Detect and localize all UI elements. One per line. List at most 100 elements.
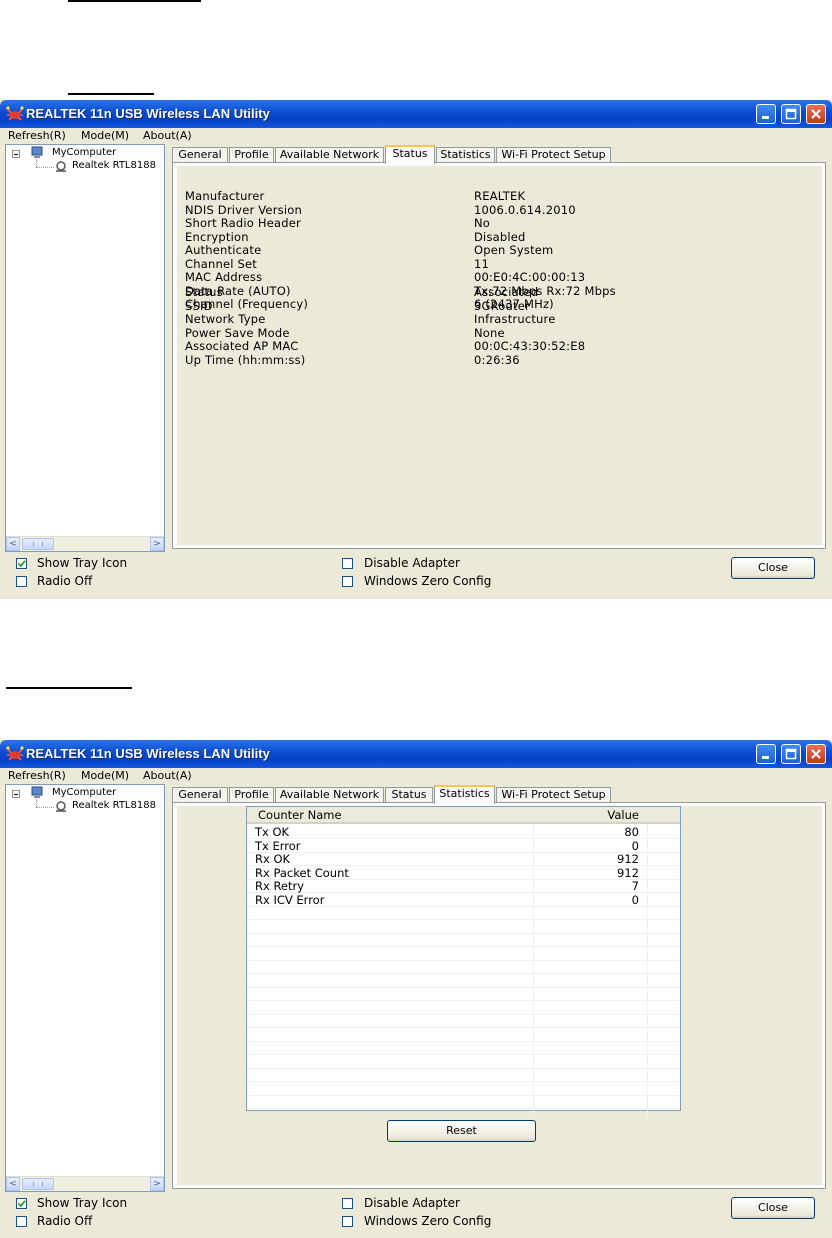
tree-expander[interactable] [12,790,20,798]
footer-bar: Show Tray Icon Radio Off Disable Adapter… [0,1194,832,1238]
windows-zero-config-checkbox[interactable] [342,1216,353,1227]
status-label: Associated AP MAC [185,339,299,353]
table-row[interactable] [247,975,680,988]
tab-available-network[interactable]: Available Network [275,147,384,163]
table-row[interactable] [247,1015,680,1028]
tab-general[interactable]: General [172,787,228,803]
table-row[interactable] [247,907,680,920]
table-row[interactable] [247,1056,680,1069]
counter-list[interactable]: Counter Name Value Tx OK 80 Tx Error 0 Rx OK… [246,806,681,1118]
tab-profile[interactable]: Profile [229,147,274,163]
tree-item-mycomputer[interactable]: MyComputer [52,787,116,798]
table-row[interactable]: Tx Error 0 [247,839,680,853]
counter-name: Rx Packet Count [255,865,349,880]
tab-general[interactable]: General [172,147,228,163]
menu-refresh[interactable]: Refresh(R) [8,129,66,142]
title-bar[interactable]: REALTEK 11n USB Wireless LAN Utility [0,100,832,128]
realtek-crab-icon [6,106,24,121]
table-row[interactable] [247,948,680,961]
device-tree[interactable]: MyComputer Realtek RTL8188 < > [5,784,165,1192]
scroll-right-button[interactable]: > [150,537,164,551]
list-header: Counter Name Value [247,807,680,824]
table-row[interactable] [247,988,680,1001]
maximize-icon [785,108,797,120]
status-label: Authenticate [185,243,262,257]
minimize-button[interactable] [756,744,776,764]
table-row[interactable]: Rx OK 912 [247,852,680,866]
maximize-button[interactable] [781,104,801,124]
windows-zero-config-checkbox[interactable] [342,576,353,587]
disable-adapter-checkbox[interactable] [342,558,353,569]
show-tray-icon-checkbox[interactable] [16,558,27,569]
tab-profile[interactable]: Profile [229,787,274,803]
tree-item-realtek[interactable]: Realtek RTL8188 [72,800,156,811]
tab-wifi-protect-setup[interactable]: Wi-Fi Protect Setup [496,147,611,163]
tab-status[interactable]: Status [385,145,435,164]
table-row[interactable] [247,1069,680,1082]
table-row[interactable] [247,1042,680,1055]
table-row[interactable] [247,1096,680,1109]
tree-horizontal-scrollbar[interactable]: < > [6,1176,164,1191]
utility-window-status: REALTEK 11n USB Wireless LAN Utility Ref… [0,100,832,599]
tree-item-realtek[interactable]: Realtek RTL8188 [72,160,156,171]
minimize-icon [762,756,769,759]
table-row[interactable] [247,1002,680,1015]
scroll-right-button[interactable]: > [150,1177,164,1191]
tab-wifi-protect-setup[interactable]: Wi-Fi Protect Setup [496,787,611,803]
maximize-button[interactable] [781,744,801,764]
computer-icon [31,146,43,158]
minimize-button[interactable] [756,104,776,124]
close-button[interactable]: Close [731,1197,815,1219]
table-row[interactable]: Rx ICV Error 0 [247,893,680,907]
tree-horizontal-scrollbar[interactable]: < > [6,536,164,551]
table-row[interactable]: Tx OK 80 [247,825,680,839]
tab-statistics[interactable]: Statistics [436,147,495,163]
close-button[interactable]: Close [731,557,815,579]
radio-off-checkbox[interactable] [16,1216,27,1227]
show-tray-icon-label: Show Tray Icon [37,1196,128,1210]
tree-expander[interactable] [12,150,20,158]
tab-status[interactable]: Status [385,787,433,803]
device-tree[interactable]: MyComputer Realtek RTL8188 < > [5,144,165,552]
disable-adapter-checkbox[interactable] [342,1198,353,1209]
scroll-thumb[interactable] [22,1178,54,1190]
menu-refresh[interactable]: Refresh(R) [8,769,66,782]
menu-about[interactable]: About(A) [143,769,192,782]
counter-value: 7 [631,879,639,893]
table-row[interactable] [247,961,680,974]
tab-available-network[interactable]: Available Network [275,787,384,803]
close-window-button[interactable] [806,744,826,764]
radio-off-label: Radio Off [37,1214,93,1228]
status-value: 3GRouter [474,298,530,313]
reset-button[interactable]: Reset [387,1120,536,1142]
status-label: Status [185,285,223,299]
status-label: SSID [185,298,213,313]
menu-mode[interactable]: Mode(M) [81,769,129,782]
status-value: No [474,216,491,230]
counter-name: Rx Retry [255,879,305,893]
scroll-thumb[interactable] [22,538,54,550]
column-header-value[interactable]: Value [607,808,639,822]
table-row[interactable] [247,921,680,934]
tree-item-mycomputer[interactable]: MyComputer [52,147,116,158]
table-row[interactable] [247,934,680,947]
show-tray-icon-checkbox[interactable] [16,1198,27,1209]
table-row[interactable] [247,1083,680,1096]
radio-off-checkbox[interactable] [16,576,27,587]
maximize-icon [785,748,797,760]
menu-mode[interactable]: Mode(M) [81,129,129,142]
close-window-button[interactable] [806,104,826,124]
status-value: Infrastructure [474,312,556,326]
scroll-left-button[interactable]: < [6,1177,20,1191]
status-label: Manufacturer [185,189,265,203]
table-row[interactable]: Rx Packet Count 912 [247,865,680,880]
window-title: REALTEK 11n USB Wireless LAN Utility [26,106,270,121]
counter-value: 912 [617,852,639,866]
column-header-counter-name[interactable]: Counter Name [258,808,342,822]
menu-about[interactable]: About(A) [143,129,192,142]
tab-statistics[interactable]: Statistics [434,785,495,804]
table-row[interactable]: Rx Retry 7 [247,879,680,893]
scroll-left-button[interactable]: < [6,537,20,551]
table-row[interactable] [247,1029,680,1042]
title-bar[interactable]: REALTEK 11n USB Wireless LAN Utility [0,740,832,768]
